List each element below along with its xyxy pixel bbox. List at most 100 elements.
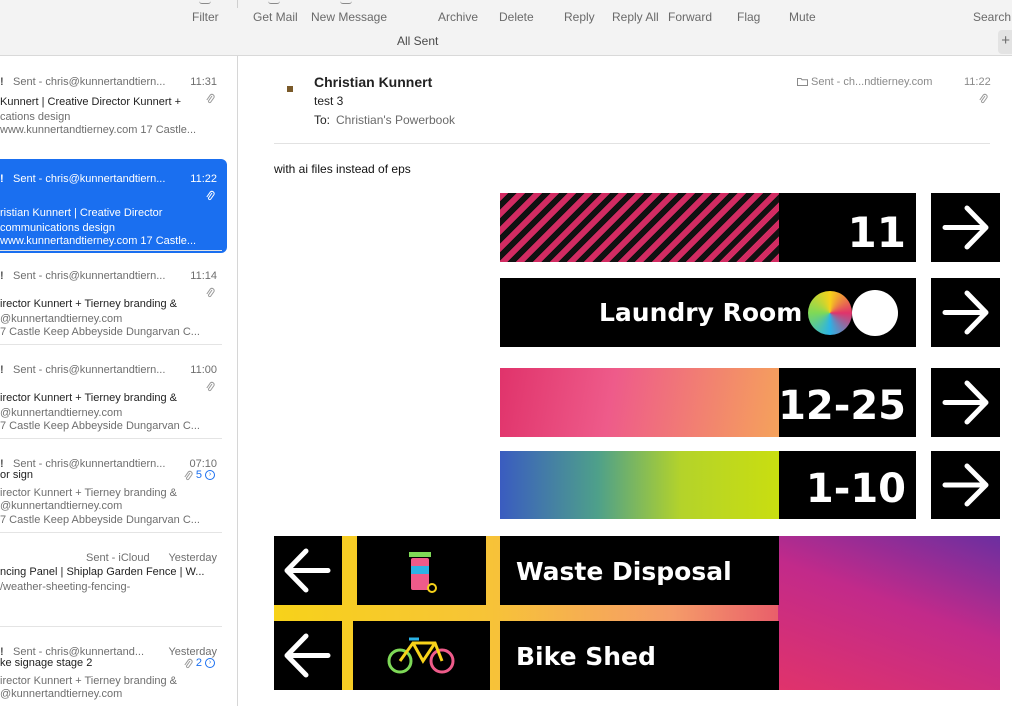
add-button[interactable]: + (998, 30, 1012, 54)
thread-count-badge: 2 › (196, 657, 215, 669)
mailbox-name: Sent - ch...ndtierney.com (811, 76, 933, 88)
list-item-preview: 7 Castle Keep Abbeyside Dungarvan C... (0, 326, 200, 338)
paperclip-icon (206, 190, 215, 201)
priority-icon: ! (0, 76, 4, 88)
arrow-right-icon (931, 278, 1000, 347)
thread-count: 2 (195, 657, 202, 669)
list-item[interactable]: ! Sent - chris@kunnertand... Yesterday k… (0, 626, 227, 706)
sign-number-panel: 1-10 (779, 451, 916, 519)
chevron-right-icon[interactable]: › (205, 658, 215, 669)
list-item-preview: @kunnertandtierney.com (0, 313, 123, 325)
flag-button[interactable]: Flag (737, 10, 760, 24)
search-button[interactable]: Search (973, 10, 1011, 24)
priority-icon: ! (0, 270, 4, 282)
list-item-preview: @kunnertandtierney.com (0, 500, 123, 512)
bike-icon-panel (353, 621, 490, 690)
list-item-preview: 7 Castle Keep Abbeyside Dungarvan C... (0, 420, 200, 432)
list-item-time: 11:14 (190, 270, 217, 282)
filter-icon (199, 0, 211, 4)
toolbar: Filter Get Mail New Message Archive Dele… (0, 0, 1012, 56)
list-item[interactable]: ! Sent - chris@kunnertandtiern... 07:10 … (0, 438, 227, 532)
priority-icon: ! (0, 173, 4, 185)
message-time: 11:22 (964, 76, 991, 88)
folder-icon (797, 78, 808, 86)
mailbox-reference: Sent - ch...ndtierney.com (797, 76, 932, 88)
list-item-time: Yesterday (168, 552, 217, 564)
header-divider (274, 143, 990, 144)
message-list: ! Sent - chris@kunnertandtiern... 11:31 … (0, 56, 238, 706)
sender-name[interactable]: Christian Kunnert (314, 74, 432, 90)
reply-button[interactable]: Reply (564, 10, 595, 24)
sign-number: 12-25 (778, 383, 906, 429)
list-divider (0, 250, 222, 251)
bike-shed-sign: Bike Shed (500, 621, 779, 690)
sign-number-panel: 11 (779, 193, 916, 262)
list-item-subject: irector Kunnert + Tierney branding & (0, 298, 178, 310)
mailbox-title: All Sent (397, 34, 439, 48)
list-divider (0, 344, 222, 345)
sign-number: 1-10 (805, 466, 906, 512)
recipient-name[interactable]: Christian's Powerbook (336, 113, 455, 127)
laundry-room-sign: Laundry Room (500, 278, 916, 347)
sign-label: Bike Shed (516, 642, 656, 671)
message-body-text: with ai files instead of eps (274, 162, 411, 176)
arrow-right-icon (931, 451, 1000, 519)
archive-button[interactable]: Archive (438, 10, 478, 24)
list-item-preview: irector Kunnert + Tierney branding & (0, 675, 178, 687)
thread-count: 5 (195, 469, 202, 481)
new-message-button[interactable]: New Message (311, 10, 387, 24)
chevron-right-icon[interactable]: › (205, 470, 215, 481)
list-item-preview: irector Kunnert + Tierney branding & (0, 487, 178, 499)
list-item-preview: communications design (0, 222, 115, 234)
list-item-sender: Sent - chris@kunnertandtiern... (13, 364, 166, 376)
list-item[interactable]: ! Sent - chris@kunnertandtiern... 11:00 … (0, 344, 227, 438)
list-item-time: 11:31 (190, 76, 217, 88)
filter-button[interactable]: Filter (192, 10, 219, 24)
list-item-sender: Sent - chris@kunnertandtiern... (13, 76, 166, 88)
list-divider (0, 626, 222, 627)
message-subject: test 3 (314, 94, 344, 108)
wayfinding-panel: Waste Disposal Bike Shed (274, 536, 1000, 690)
list-item-subject: irector Kunnert + Tierney branding & (0, 392, 178, 404)
reply-all-button[interactable]: Reply All (612, 10, 659, 24)
to-label: To: (314, 113, 331, 127)
striped-panel (500, 193, 779, 262)
list-item[interactable]: ! Sent - chris@kunnertandtiern... 11:31 … (0, 56, 227, 150)
paperclip-icon (184, 658, 193, 669)
waste-disposal-sign: Waste Disposal (500, 536, 779, 605)
list-item[interactable]: Sent - iCloud Yesterday ncing Panel | Sh… (0, 532, 227, 626)
arrow-left-icon (274, 621, 342, 690)
get-mail-button[interactable]: Get Mail (253, 10, 298, 24)
list-divider (0, 438, 222, 439)
list-item-subject: Kunnert | Creative Director Kunnert + (0, 96, 182, 108)
sign-label: Laundry Room (599, 298, 803, 327)
list-divider (0, 532, 222, 533)
list-item-preview: www.kunnertandtierney.com 17 Castle... (0, 124, 197, 136)
sign-number: 11 (847, 208, 906, 257)
list-item[interactable]: ! Sent - chris@kunnertandtiern... 11:14 … (0, 250, 227, 344)
get-mail-icon (268, 0, 280, 4)
arrow-left-icon (274, 536, 342, 605)
list-item-preview: /weather-sheeting-fencing- (0, 581, 131, 593)
list-item-time: 11:22 (190, 173, 217, 185)
message-viewer: Christian Kunnert test 3 To: Christian's … (239, 56, 1012, 706)
paperclip-icon (184, 470, 193, 481)
delete-button[interactable]: Delete (499, 10, 534, 24)
recycling-bin-icon (409, 552, 437, 593)
forward-button[interactable]: Forward (668, 10, 712, 24)
washing-machine-icon (808, 291, 852, 335)
gradient-panel (500, 368, 779, 437)
sign-label: Waste Disposal (516, 557, 732, 586)
mute-button[interactable]: Mute (789, 10, 816, 24)
bicycle-icon (387, 637, 455, 674)
arrow-right-icon (931, 193, 1000, 262)
list-item-sender: Sent - chris@kunnertandtiern... (13, 173, 166, 185)
list-item-subject: ristian Kunnert | Creative Director (0, 207, 163, 219)
list-item-subject: ncing Panel | Shiplap Garden Fence | W..… (0, 566, 205, 578)
list-item-time: 11:00 (190, 364, 217, 376)
thread-count-badge: 5 › (196, 469, 215, 481)
list-item-preview: 7 Castle Keep Abbeyside Dungarvan C... (0, 514, 200, 526)
list-item-selected[interactable]: ! Sent - chris@kunnertandtiern... 11:22 … (0, 159, 227, 253)
gradient-panel (500, 451, 779, 519)
waste-icon-panel (357, 536, 486, 605)
